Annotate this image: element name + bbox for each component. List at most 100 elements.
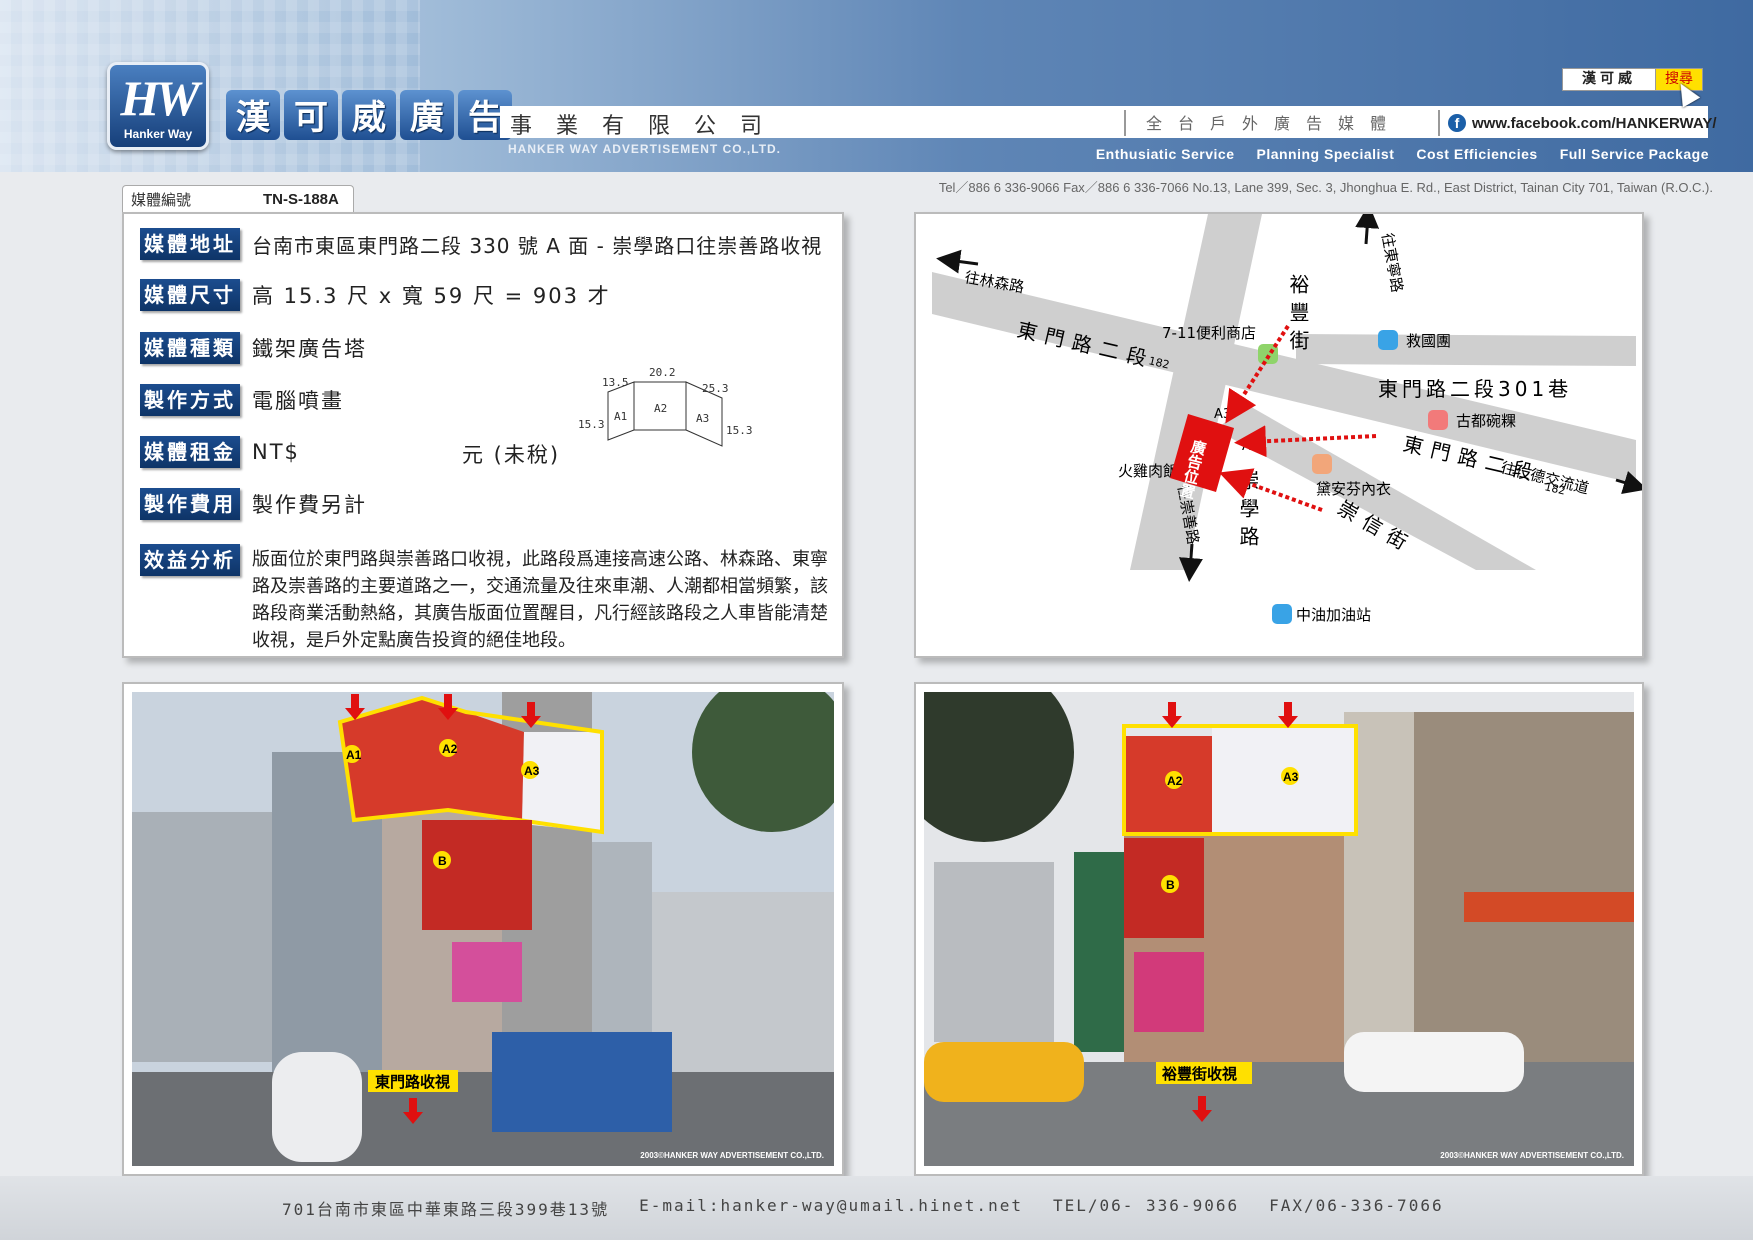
dim-height-left: 15.3 [578,418,605,431]
map-marker-a3: A3 [1214,407,1231,422]
fee-value: 製作費另計 [252,493,367,517]
footer-tel: TEL/06- 336-9066 [1052,1196,1240,1215]
photo-marker: A3 [1283,770,1299,784]
landmark-marker [1312,454,1332,474]
photo-marker: A1 [346,748,362,762]
truck-blue [492,1032,672,1132]
size-label: 媒體尺寸 [140,279,240,311]
method-label: 製作方式 [140,384,240,416]
car-white [1344,1032,1524,1092]
landmark-marker [1272,604,1292,624]
billboard-a3 [522,732,602,832]
brand-char: 威 [342,90,396,140]
footer-fax: FAX/06-336-7066 [1269,1196,1444,1215]
facebook-url: www.facebook.com/HANKERWAY/ [1472,114,1717,132]
service-item: Full Service Package [1559,146,1709,162]
landmark-huoji: 火雞肉飯 [1118,462,1178,480]
dim-panel-a2: A2 [654,402,667,415]
services-list: Enthusiatic Service Planning Specialist … [1096,146,1709,162]
service-item: Planning Specialist [1256,146,1395,162]
dim-panel-a1: A1 [614,410,627,423]
rent-suffix: 元 (未稅) [462,443,561,467]
dir-dongning: 往東寧路 [1378,232,1406,294]
rent-value: NT$ [252,440,300,464]
rent-row: 媒體租金 NT$ [140,436,300,468]
dim-top-a1: 13.5 [602,376,629,389]
dim-height-right: 15.3 [726,424,753,437]
type-row: 媒體種類 鐵架廣告塔 [140,332,367,364]
photo-marker: B [1166,878,1175,892]
address-label: 媒體地址 [140,228,240,260]
company-name-en: HANKER WAY ADVERTISEMENT CO.,LTD. [508,142,782,156]
media-code-label: 媒體編號 [131,190,192,209]
landmark-marker [1428,410,1448,430]
search-input[interactable]: 漢可威 [1562,68,1656,91]
photo-left-caption: 東門路收視 [375,1073,450,1091]
logo-subtext: Hanker Way [123,127,193,141]
location-map: 往林森路 往東寧路 往崇善路 往仁德交流道 東門路二段 182 東門路二段301… [914,204,1648,658]
brand-char: 廣 [400,90,454,140]
brand-name: 漢 可 威 廣 告 [226,90,512,140]
address-value: 台南市東區東門路二段 330 號 A 面 - 崇學路口往崇善路收視 [252,233,823,258]
photo-right-caption: 裕豐街收視 [1161,1065,1237,1083]
landmark-cpc: 中油加油站 [1296,606,1371,624]
analysis-label: 效益分析 [140,544,240,576]
rent-label: 媒體租金 [140,436,240,468]
road-yufeng: 裕豐街 [1286,274,1310,358]
photo-right-copyright: 2003©HANKER WAY ADVERTISEMENT CO.,LTD. [1440,1151,1624,1160]
analysis-row: 效益分析 [140,544,240,576]
service-item: Enthusiatic Service [1095,146,1235,162]
logo[interactable]: HW Hanker Way [107,62,209,150]
billboard-dimension-diagram: 13.5 20.2 25.3 15.3 15.3 A1 A2 A3 [578,366,753,447]
lane-301 [1296,334,1636,366]
size-value: 高 15.3 尺 x 寬 59 尺 = 903 才 [252,284,611,308]
photo-right-scene: A2 A3 B 裕豐街收視 2003©HANKER WAY ADVERTISEM… [924,692,1634,1166]
photo-marker: A2 [1167,774,1183,788]
street-photo-left: A1 A2 A3 B 東門路收視 [132,692,834,1166]
photo-left-scene: A1 A2 A3 B 東門路收視 2003©HANKER WAY ADVERTI… [132,692,834,1166]
media-code-value: TN-S-188A [263,190,339,208]
dim-top-a3: 25.3 [702,382,729,395]
footer-address: 701台南市東區中華東路三段399巷13號 [282,1200,610,1219]
dim-top-a2: 20.2 [649,366,676,379]
footer-contact: 701台南市東區中華東路三段399巷13號 E-mail:hanker-way@… [282,1196,1444,1220]
analysis-text: 版面位於東門路與崇善路口收視，此路段爲連接高速公路、林森路、東寧路及崇善路的主要… [252,549,828,651]
company-name-cn: 事業有限公司 [510,114,787,139]
landmark-jiuguo: 救國團 [1406,332,1451,350]
photo-right: A2 A3 B 裕豐街收視 2003©HANKER WAY ADVERTISEM… [914,682,1644,1176]
pixel-pattern [0,0,420,172]
street-photo-right: A2 A3 B 裕豐街收視 [924,692,1634,1166]
landmark-gudu: 古都碗粿 [1456,412,1516,430]
brand-char: 漢 [226,90,280,140]
dim-panel-a3: A3 [696,412,709,425]
facebook-link[interactable]: f www.facebook.com/HANKERWAY/ [1438,110,1717,136]
taxi [924,1042,1084,1102]
method-row: 製作方式 電腦噴畫 [140,384,344,416]
fee-row: 製作費用 製作費另計 [140,488,367,520]
photo-left: A1 A2 A3 B 東門路收視 2003©HANKER WAY ADVERTI… [122,682,844,1176]
map-svg: 往林森路 往東寧路 往崇善路 往仁德交流道 東門路二段 182 東門路二段301… [932,204,1648,624]
landmark-marker [1378,330,1398,350]
method-value: 電腦噴畫 [252,389,344,413]
footer-email[interactable]: E-mail:hanker-way@umail.hinet.net [639,1196,1023,1220]
photo-marker: A3 [524,764,540,778]
photo-left-copyright: 2003©HANKER WAY ADVERTISEMENT CO.,LTD. [640,1151,824,1160]
photo-marker: B [438,854,447,868]
landmark-daian: 黛安芬內衣 [1316,480,1391,498]
type-value: 鐵架廣告塔 [252,337,367,361]
road-lane: 東門路二段301巷 [1378,377,1572,401]
size-row: 媒體尺寸 高 15.3 尺 x 寬 59 尺 = 903 才 [140,279,611,311]
service-item: Cost Efficiencies [1416,146,1538,162]
brand-char: 可 [284,90,338,140]
car-white [272,1052,362,1162]
billboard-b [422,820,532,930]
landmark-seven: 7-11便利商店 [1162,324,1256,342]
tagline: 全台戶外廣告媒體 [1124,110,1402,136]
address-row: 媒體地址 台南市東區東門路二段 330 號 A 面 - 崇學路口往崇善路收視 [140,228,822,260]
type-label: 媒體種類 [140,332,240,364]
media-code-tab: 媒體編號 TN-S-188A [122,185,354,212]
photo-marker: A2 [442,742,458,756]
contact-line: Tel／886 6 336-9066 Fax／886 6 336-7066 No… [938,180,1713,195]
fee-label: 製作費用 [140,488,240,520]
facebook-icon: f [1448,114,1466,132]
